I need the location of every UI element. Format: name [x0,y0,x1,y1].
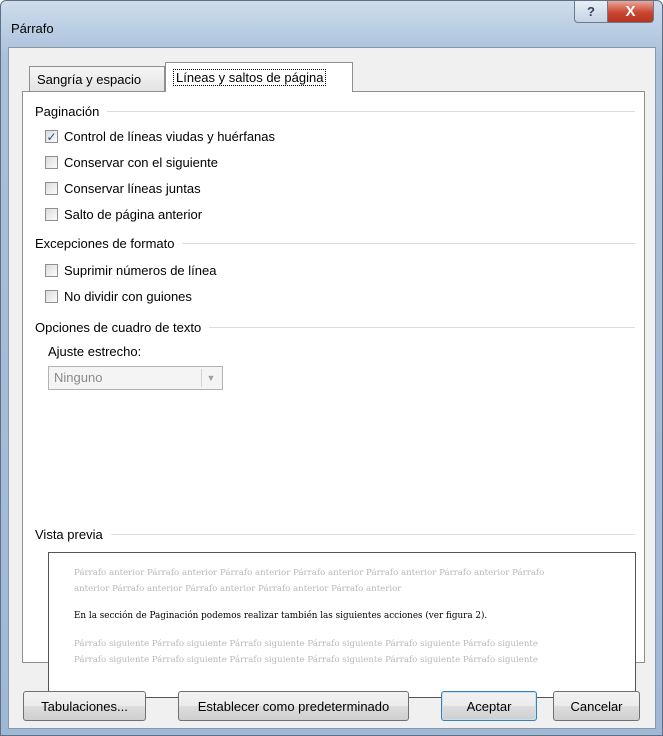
section-title: Excepciones de formato [35,236,175,251]
suppress-line-numbers-option[interactable]: Suprimir números de línea [45,263,216,278]
dont-hyphenate-option[interactable]: No dividir con guiones [45,289,192,304]
option-label: Conservar con el siguiente [64,155,218,170]
checkbox[interactable] [45,208,58,221]
preview-heading: Vista previa [35,527,635,542]
textbox-options-heading: Opciones de cuadro de texto [35,320,635,335]
option-label: No dividir con guiones [64,289,192,304]
checkbox[interactable] [45,182,58,195]
section-title: Opciones de cuadro de texto [35,320,202,335]
button-label: Establecer como predeterminado [197,698,390,714]
section-divider [209,327,635,328]
paragraph-dialog: Párrafo ? X Sangría y espacio Líneas y s… [0,0,663,736]
window-title: Párrafo [11,21,54,36]
keep-with-next-option[interactable]: Conservar con el siguiente [45,155,218,170]
title-bar[interactable]: Párrafo ? X [1,1,662,47]
preview-next-paragraph: Párrafo siguiente Párrafo siguiente Párr… [74,655,538,665]
section-title: Paginación [35,104,100,119]
tight-wrap-value: Ninguno [54,370,103,385]
dialog-client-area: Sangría y espacio Líneas y saltos de pág… [8,47,656,729]
pagination-heading: Paginación [35,104,635,119]
tab-line-page-breaks[interactable]: Líneas y saltos de página [165,62,353,92]
section-divider [182,243,635,244]
preview-current-paragraph: En la sección de Paginación podemos real… [74,611,488,621]
checkbox[interactable] [45,156,58,169]
preview-previous-paragraph: Párrafo anterior Párrafo anterior Párraf… [74,568,545,578]
section-divider [107,111,635,112]
checkbox-checked[interactable]: ✓ [45,130,58,143]
close-button[interactable]: X [608,1,654,23]
preview-next-paragraph: Párrafo siguiente Párrafo siguiente Párr… [74,639,538,649]
tight-wrap-label: Ajuste estrecho: [48,344,142,359]
option-label: Conservar líneas juntas [64,181,201,196]
button-label: Tabulaciones... [41,698,128,714]
page-break-before-option[interactable]: Salto de página anterior [45,207,202,222]
section-title: Vista previa [35,527,103,542]
set-default-button[interactable]: Establecer como predeterminado [178,691,409,721]
format-exceptions-heading: Excepciones de formato [35,236,635,251]
option-label: Control de líneas viudas y huérfanas [64,129,276,144]
button-label: Aceptar [466,698,512,714]
keep-lines-together-option[interactable]: Conservar líneas juntas [45,181,201,196]
section-divider [110,534,635,535]
title-buttons: ? X [574,1,654,23]
chevron-down-icon[interactable]: ▼ [201,369,220,387]
ok-button[interactable]: Aceptar [441,691,537,721]
tight-wrap-select[interactable]: Ninguno ▼ [48,366,223,390]
preview-box: Párrafo anterior Párrafo anterior Párraf… [48,552,636,698]
check-icon: ✓ [46,129,57,144]
preview-previous-paragraph: anterior Párrafo anterior Párrafo anteri… [74,584,402,594]
help-icon: ? [587,4,595,19]
tab-label: Líneas y saltos de página [173,69,327,86]
tabs-button[interactable]: Tabulaciones... [23,691,146,721]
button-label: Cancelar [570,698,623,714]
help-button[interactable]: ? [574,1,608,23]
tab-label: Sangría y espacio [37,72,142,87]
tab-panel: Paginación ✓ Control de líneas viudas y … [22,91,645,698]
tab-indents-spacing[interactable]: Sangría y espacio [29,66,165,92]
option-label: Salto de página anterior [64,207,203,222]
widow-orphan-option[interactable]: ✓ Control de líneas viudas y huérfanas [45,129,275,144]
checkbox[interactable] [45,290,58,303]
cancel-button[interactable]: Cancelar [553,691,640,721]
checkbox[interactable] [45,264,58,277]
close-icon: X [625,3,636,20]
option-label: Suprimir números de línea [64,263,217,278]
